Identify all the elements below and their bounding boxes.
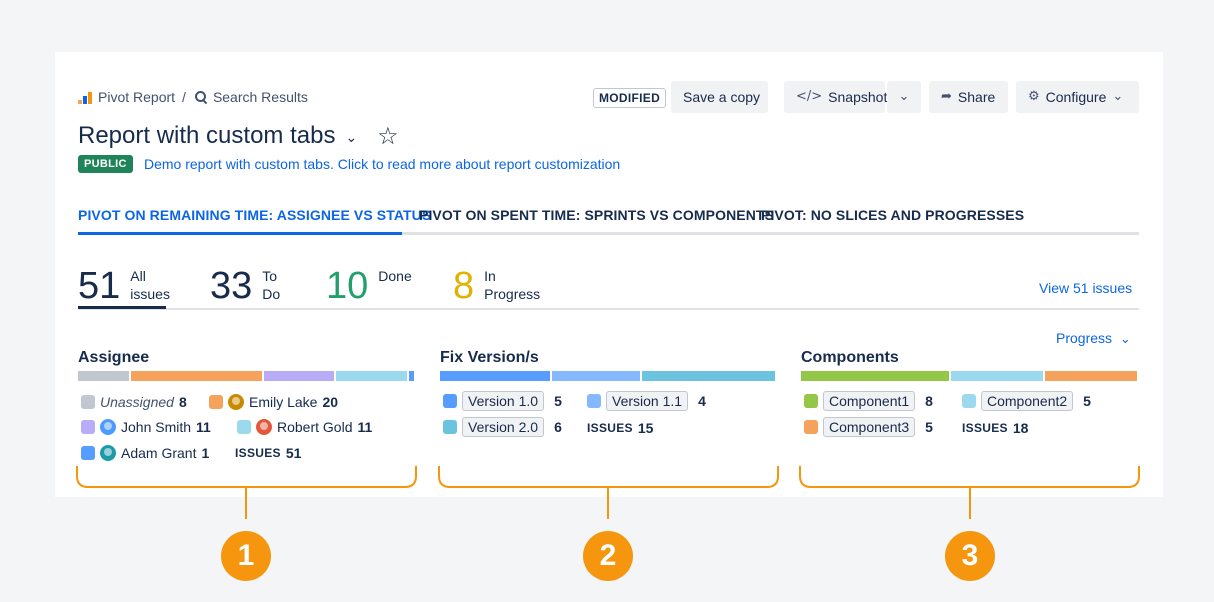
annotation-brackets [76,466,1140,519]
marker-2: 2 [583,531,633,581]
bracket-fix-version [438,466,779,488]
marker-3: 3 [945,531,995,581]
bracket-components [799,466,1140,488]
bracket-assignee [76,466,417,488]
marker-1: 1 [221,531,271,581]
